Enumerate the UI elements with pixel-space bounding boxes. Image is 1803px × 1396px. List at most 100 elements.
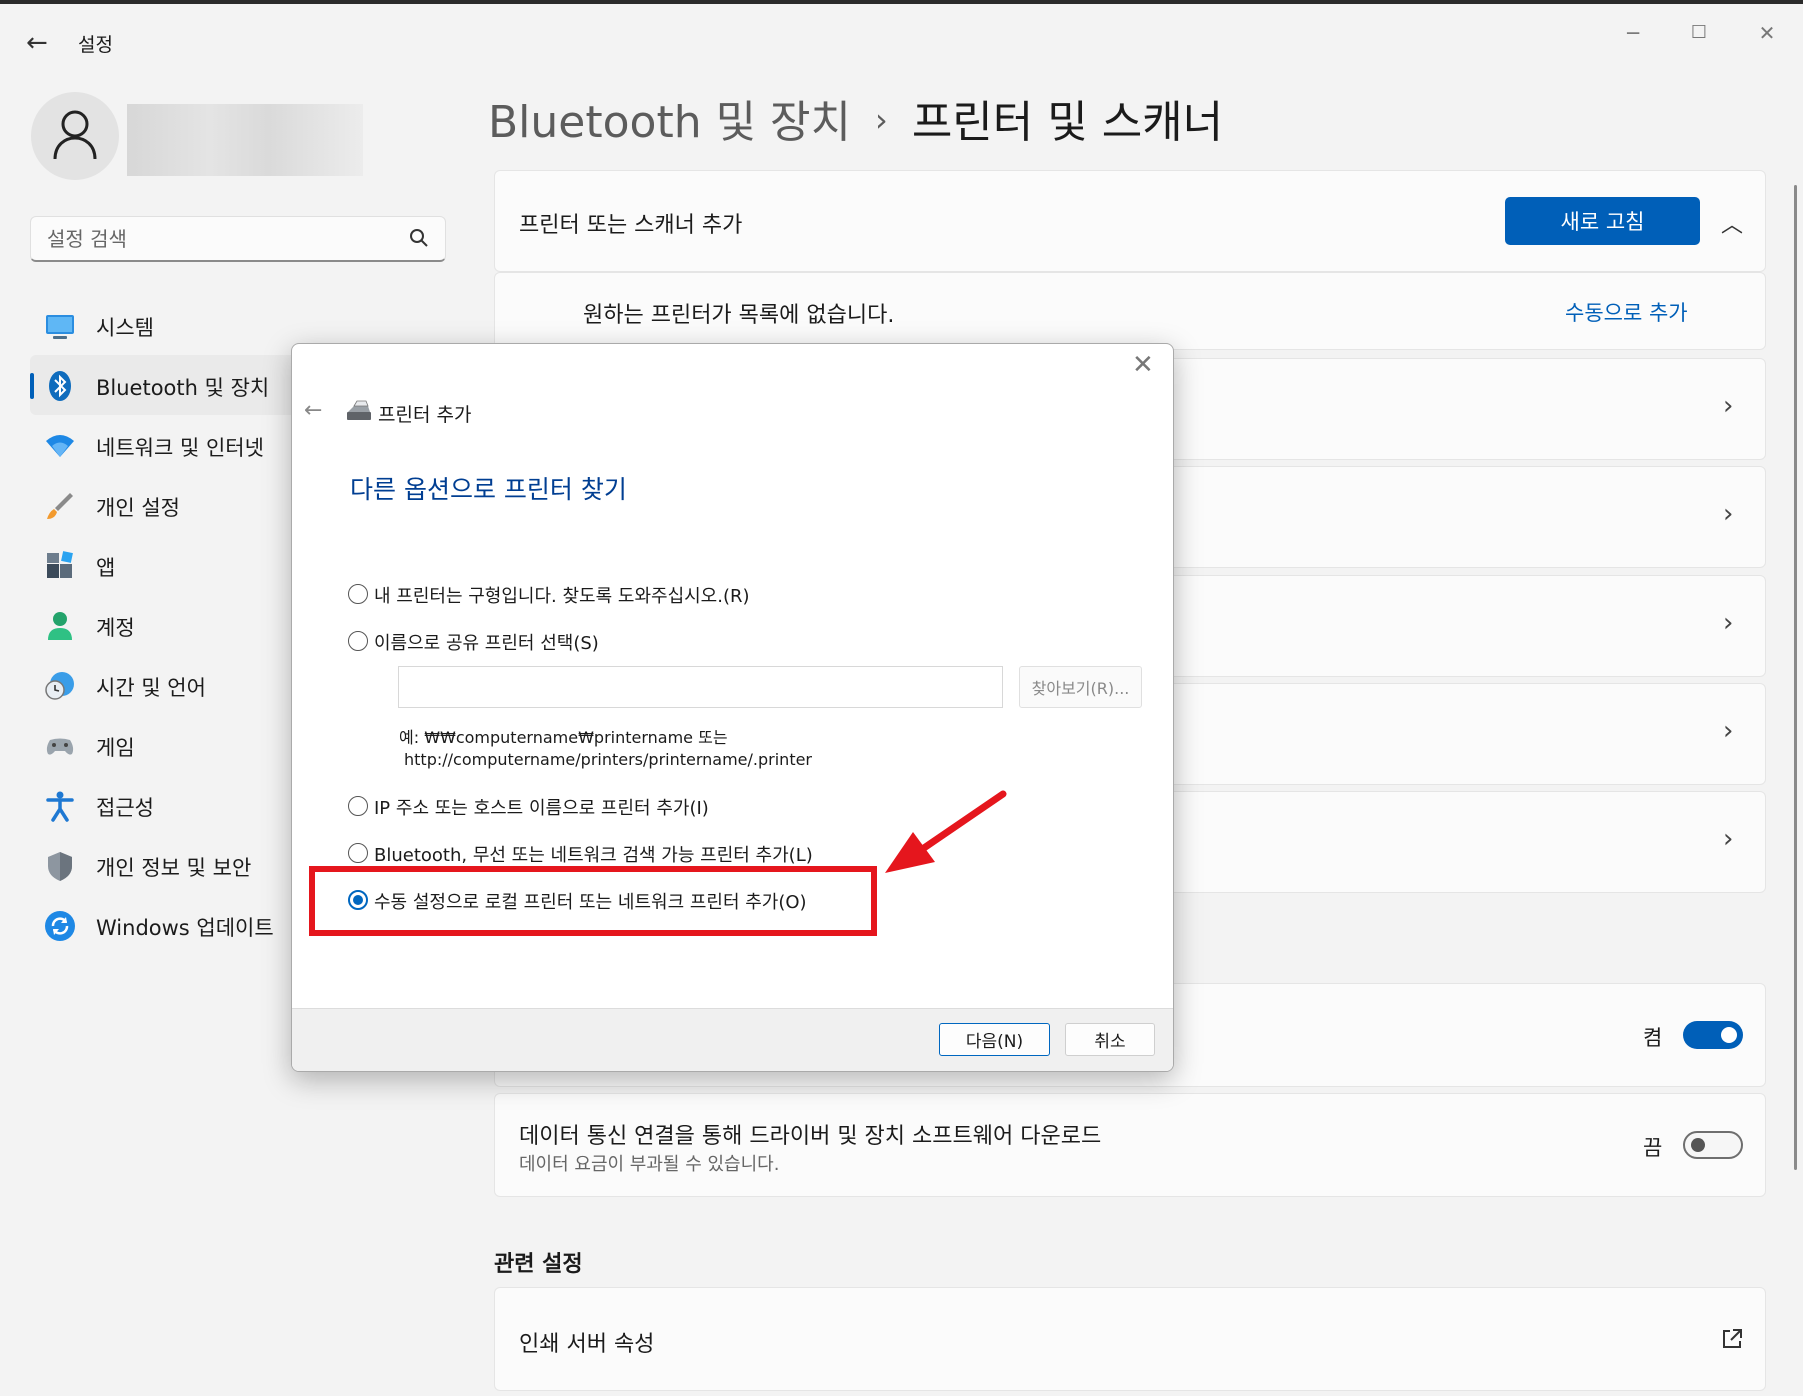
print-server-label: 인쇄 서버 속성 [519, 1332, 655, 1357]
dialog-heading: 다른 옵션으로 프린터 찾기 [350, 475, 627, 504]
manual-add-link[interactable]: 수동으로 추가 [1565, 297, 1688, 327]
option-label: Bluetooth, 무선 또는 네트워크 검색 가능 프린터 추가(L) [374, 845, 813, 866]
chevron-up-icon[interactable]: ︿ [1721, 207, 1743, 239]
blurred-account-name [127, 104, 363, 176]
sidebar-item-label: 게임 [96, 736, 135, 760]
sidebar-item-label: Windows 업데이트 [96, 916, 274, 940]
maximize-button[interactable]: ☐ [1674, 18, 1724, 48]
shield-icon [48, 852, 72, 881]
sidebar-item-label: 계정 [96, 616, 135, 640]
print-server-row[interactable]: 인쇄 서버 속성 [494, 1287, 1766, 1391]
not-listed-text: 원하는 프린터가 목록에 없습니다. [583, 303, 895, 328]
next-button[interactable]: 다음(N) [939, 1023, 1050, 1056]
sidebar-item-gaming[interactable]: 게임 [30, 715, 330, 775]
printer-icon [347, 400, 371, 420]
scrollbar[interactable] [1794, 185, 1797, 1170]
chevron-right-icon: › [1723, 716, 1734, 746]
related-settings-title: 관련 설정 [494, 1252, 583, 1277]
search-input[interactable] [45, 223, 389, 255]
sidebar-item-time-language[interactable]: 시간 및 언어 [30, 655, 330, 715]
toggle-state-label: 끔 [1643, 1136, 1663, 1160]
toggle-state-label: 켬 [1643, 1026, 1663, 1050]
refresh-button[interactable]: 새로 고침 [1505, 197, 1700, 245]
red-highlight-box [309, 866, 877, 936]
avatar[interactable] [31, 92, 119, 180]
metered-download-toggle[interactable] [1683, 1131, 1743, 1159]
gamepad-icon [46, 738, 74, 755]
example-text-line2: http://computername/printers/printername… [404, 750, 813, 769]
toggle-knob [1721, 1027, 1737, 1043]
sidebar-item-label: Bluetooth 및 장치 [96, 376, 270, 400]
window-title: 설정 [78, 34, 113, 56]
bluetooth-icon [49, 371, 71, 401]
radio-ip-hostname[interactable] [348, 796, 368, 816]
sidebar-item-bluetooth[interactable]: Bluetooth 및 장치 [30, 355, 330, 415]
cancel-button[interactable]: 취소 [1065, 1023, 1155, 1056]
sidebar-item-windows-update[interactable]: Windows 업데이트 [30, 895, 330, 955]
shared-printer-input[interactable] [398, 666, 1003, 708]
back-arrow-icon[interactable]: ← [304, 398, 322, 423]
search-icon[interactable] [409, 228, 429, 248]
page-title: 프린터 및 스캐너 [911, 97, 1224, 148]
sidebar-nav: 시스템 Bluetooth 및 장치 네트워크 및 인터넷 개인 설정 앱 계정… [30, 295, 330, 955]
breadcrumb-separator: › [875, 101, 888, 139]
chevron-right-icon: › [1723, 608, 1734, 638]
title-bar: ← 설정 ─ ☐ ✕ [0, 4, 1803, 74]
breadcrumb: Bluetooth 및 장치 › 프린터 및 스캐너 [488, 86, 1223, 150]
toggle-knob [1691, 1138, 1705, 1152]
sidebar-item-label: 접근성 [96, 796, 154, 820]
person-outline-icon [53, 110, 97, 160]
close-icon[interactable]: ✕ [1132, 350, 1154, 380]
settings-search[interactable] [30, 216, 446, 262]
chevron-right-icon: › [1723, 391, 1734, 421]
add-printer-dialog: ✕ ← 프린터 추가 다른 옵션으로 프린터 찾기 내 프린터는 구형입니다. … [291, 343, 1174, 1072]
dialog-title: 프린터 추가 [378, 404, 472, 426]
sidebar-item-privacy[interactable]: 개인 정보 및 보안 [30, 835, 330, 895]
add-device-card[interactable]: 프린터 또는 스캐너 추가 새로 고침 ︿ [494, 170, 1766, 272]
active-indicator [30, 373, 34, 399]
clock-globe-icon [45, 672, 74, 700]
external-link-icon [1723, 1329, 1742, 1348]
red-arrow-annotation [885, 790, 1007, 873]
radio-bluetooth-wireless[interactable] [348, 843, 368, 863]
sidebar-item-accessibility[interactable]: 접근성 [30, 775, 330, 835]
close-window-button[interactable]: ✕ [1742, 18, 1792, 48]
radio-shared-by-name[interactable] [348, 631, 368, 651]
chevron-right-icon: › [1723, 499, 1734, 529]
sidebar-item-system[interactable]: 시스템 [30, 295, 330, 355]
option-label: 내 프린터는 구형입니다. 찾도록 도와주십시오.(R) [374, 586, 750, 607]
apps-icon [47, 551, 73, 578]
metered-download-row: 데이터 통신 연결을 통해 드라이버 및 장치 소프트웨어 다운로드 데이터 요… [494, 1093, 1766, 1197]
breadcrumb-parent[interactable]: Bluetooth 및 장치 [488, 97, 851, 148]
sidebar-item-accounts[interactable]: 계정 [30, 595, 330, 655]
update-icon [45, 911, 75, 941]
back-arrow-icon[interactable]: ← [26, 28, 48, 58]
not-listed-row: 원하는 프린터가 목록에 없습니다. 수동으로 추가 [494, 272, 1766, 350]
radio-old-printer[interactable] [348, 584, 368, 604]
sidebar-item-label: 시간 및 언어 [96, 676, 206, 700]
sidebar-item-label: 네트워크 및 인터넷 [96, 436, 264, 460]
sidebar-item-network[interactable]: 네트워크 및 인터넷 [30, 415, 330, 475]
dialog-footer: 다음(N) 취소 [292, 1008, 1173, 1071]
sidebar-item-label: 시스템 [96, 316, 154, 340]
option-label: IP 주소 또는 호스트 이름으로 프린터 추가(I) [374, 798, 709, 819]
option-label: 이름으로 공유 프린터 선택(S) [374, 633, 599, 654]
example-text-line1: 예: ₩₩computername₩printername 또는 [399, 728, 728, 747]
wifi-icon [46, 435, 74, 457]
browse-button[interactable]: 찾아보기(R)... [1019, 666, 1142, 708]
monitor-icon [46, 315, 74, 339]
metered-download-title: 데이터 통신 연결을 통해 드라이버 및 장치 소프트웨어 다운로드 [519, 1124, 1102, 1149]
brush-icon [47, 493, 73, 519]
settings-window: ← 설정 ─ ☐ ✕ 시스템 Blu [0, 0, 1803, 1396]
sidebar-item-label: 앱 [96, 556, 116, 580]
sidebar-item-apps[interactable]: 앱 [30, 535, 330, 595]
setting-toggle-on[interactable] [1683, 1021, 1743, 1049]
metered-download-subtitle: 데이터 요금이 부과될 수 있습니다. [519, 1154, 780, 1175]
sidebar-item-label: 개인 정보 및 보안 [96, 856, 252, 880]
accessibility-icon [46, 791, 74, 822]
minimize-button[interactable]: ─ [1608, 18, 1658, 48]
chevron-right-icon: › [1723, 824, 1734, 854]
sidebar-item-label: 개인 설정 [96, 496, 180, 520]
sidebar-item-personalization[interactable]: 개인 설정 [30, 475, 330, 535]
person-icon [48, 612, 72, 640]
